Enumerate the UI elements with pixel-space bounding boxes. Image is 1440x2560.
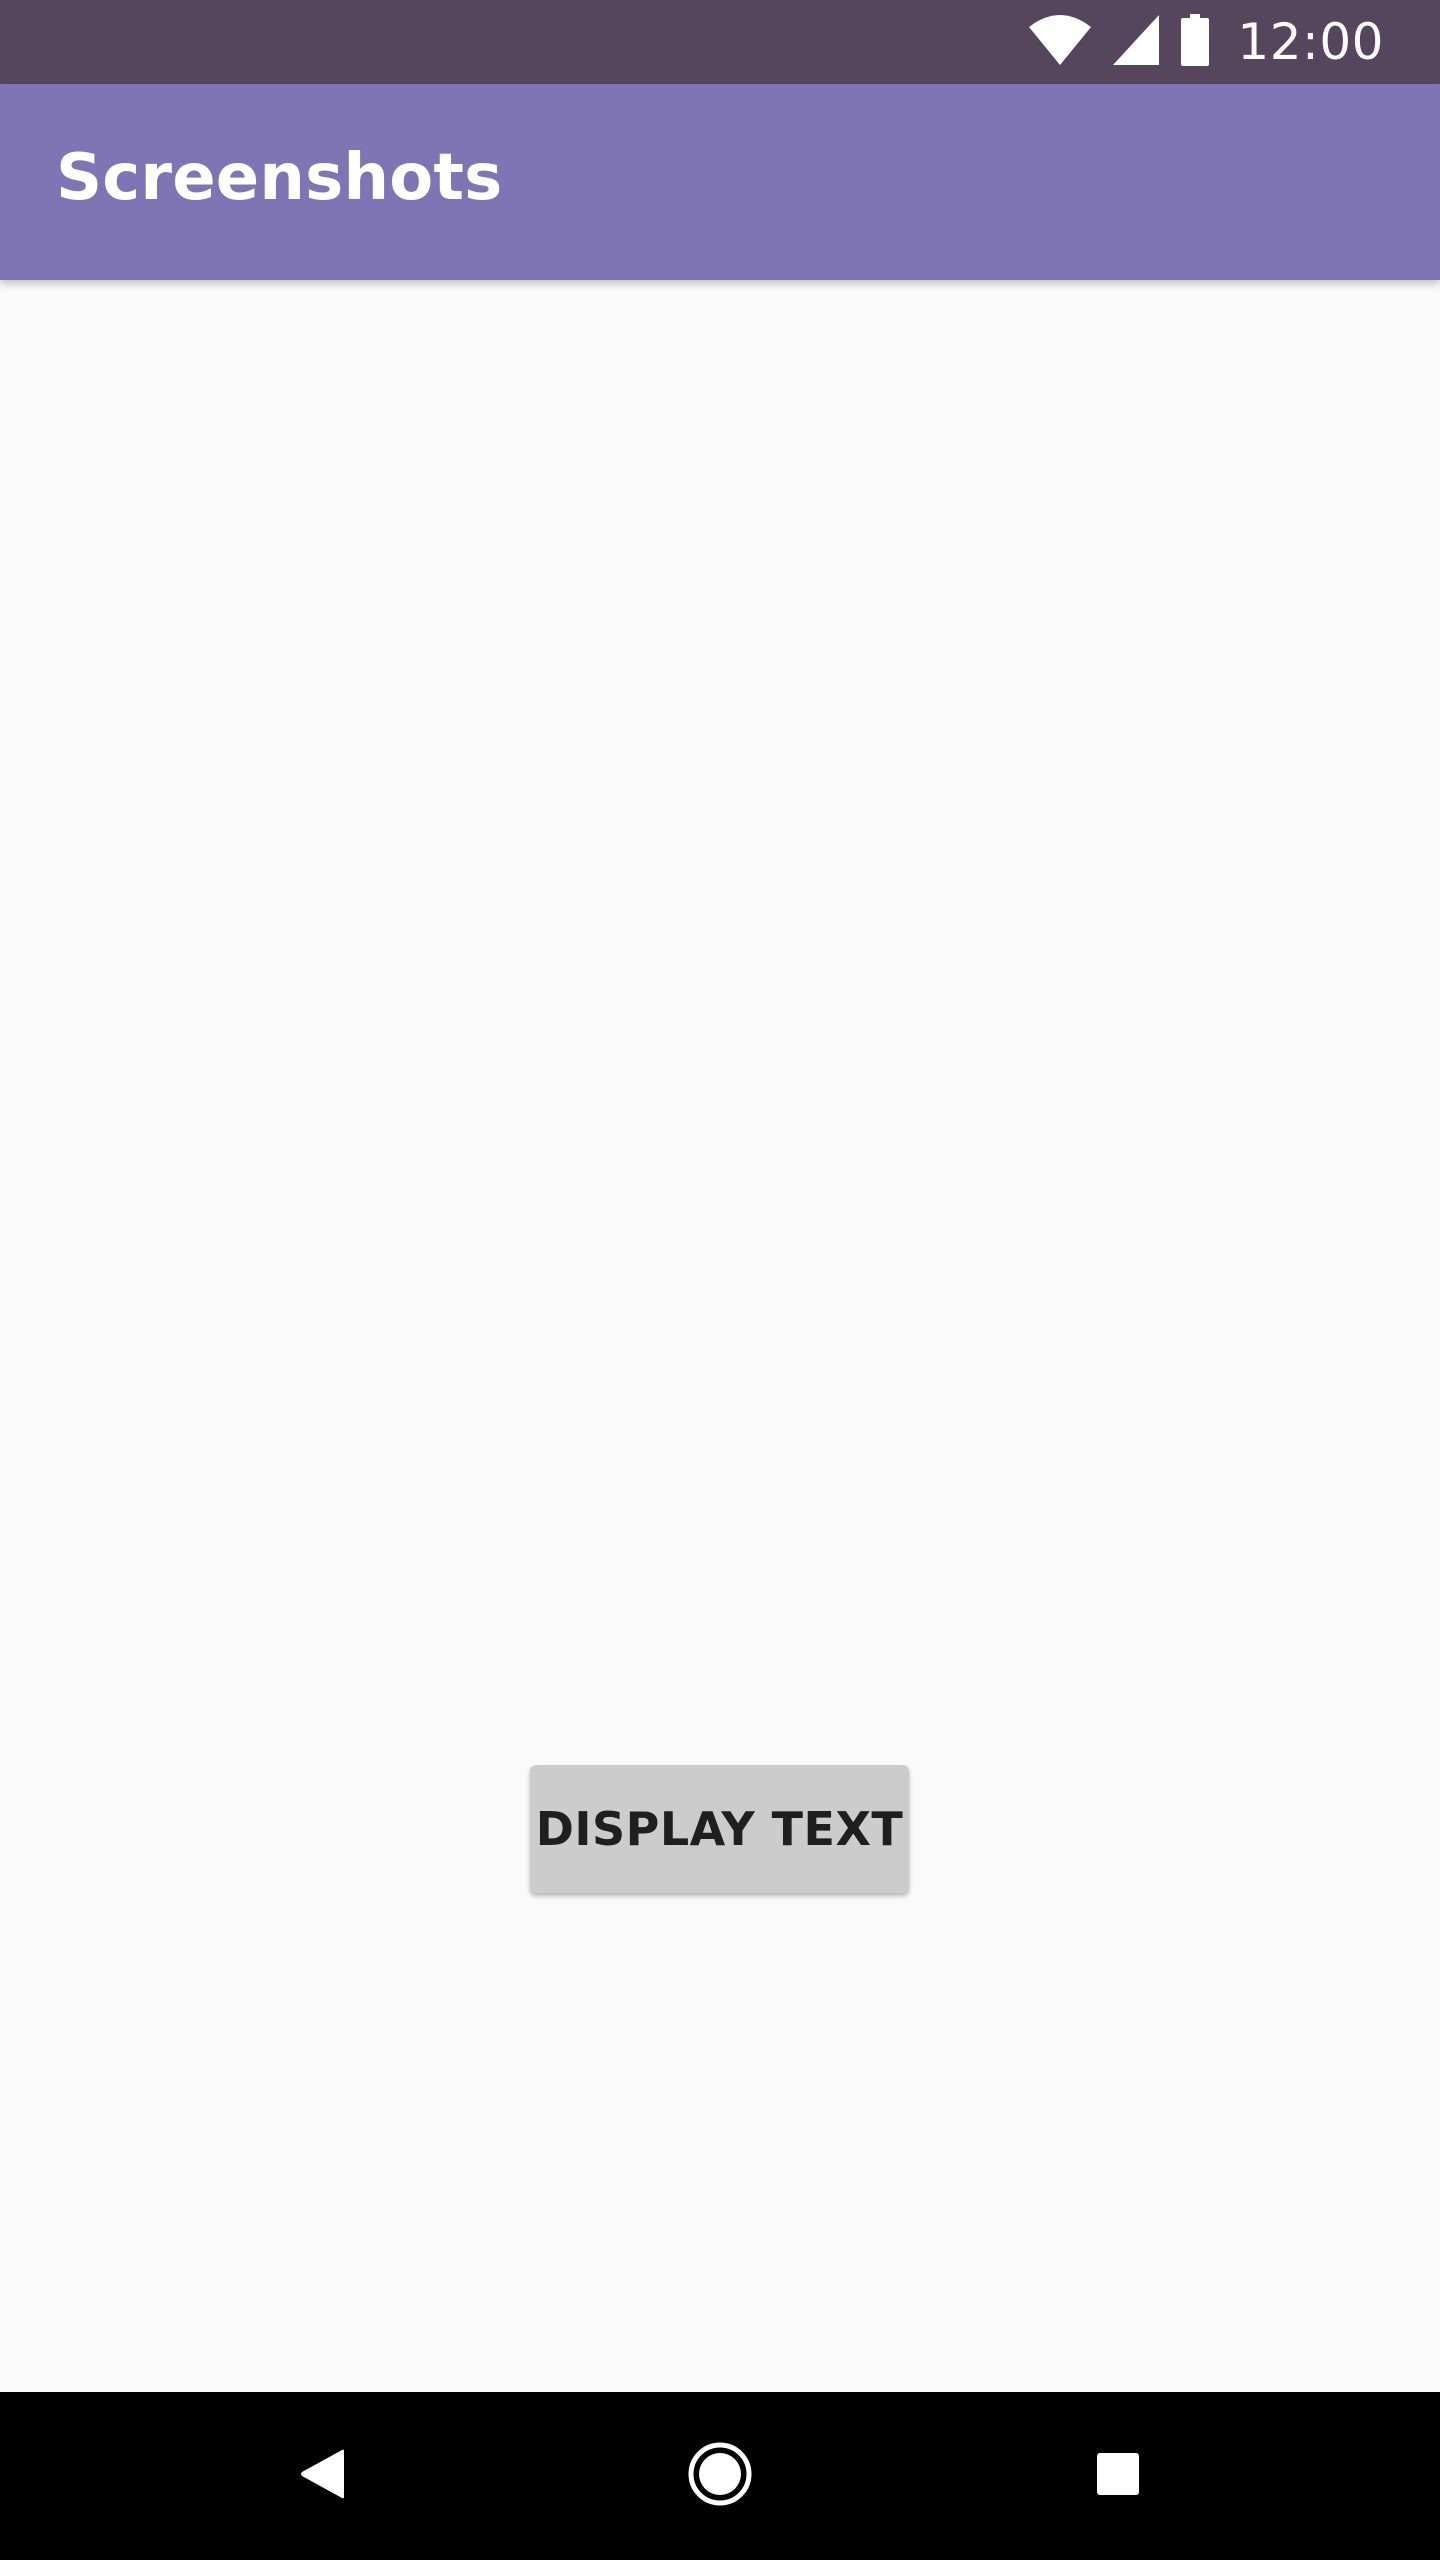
recents-button[interactable] (1034, 2392, 1202, 2560)
wifi-icon (1029, 15, 1092, 69)
status-time: 12:00 (1237, 13, 1384, 71)
display-text-button[interactable]: DISPLAY TEXT (530, 1765, 909, 1893)
home-button[interactable] (636, 2392, 804, 2560)
back-icon (300, 2449, 344, 2503)
app-screen: 12:00 Screenshots DISPLAY TEXT (0, 0, 1440, 2560)
status-bar: 12:00 (0, 0, 1440, 84)
app-title: Screenshots (56, 141, 503, 215)
battery-icon (1181, 14, 1210, 70)
navigation-bar (0, 2392, 1440, 2560)
status-icons: 12:00 (1029, 0, 1384, 84)
app-toolbar: Screenshots (0, 84, 1440, 280)
home-icon (687, 2441, 753, 2511)
main-content (0, 280, 1440, 2392)
cellular-signal-icon (1113, 15, 1160, 69)
recents-icon (1097, 2453, 1139, 2499)
back-button[interactable] (238, 2392, 406, 2560)
